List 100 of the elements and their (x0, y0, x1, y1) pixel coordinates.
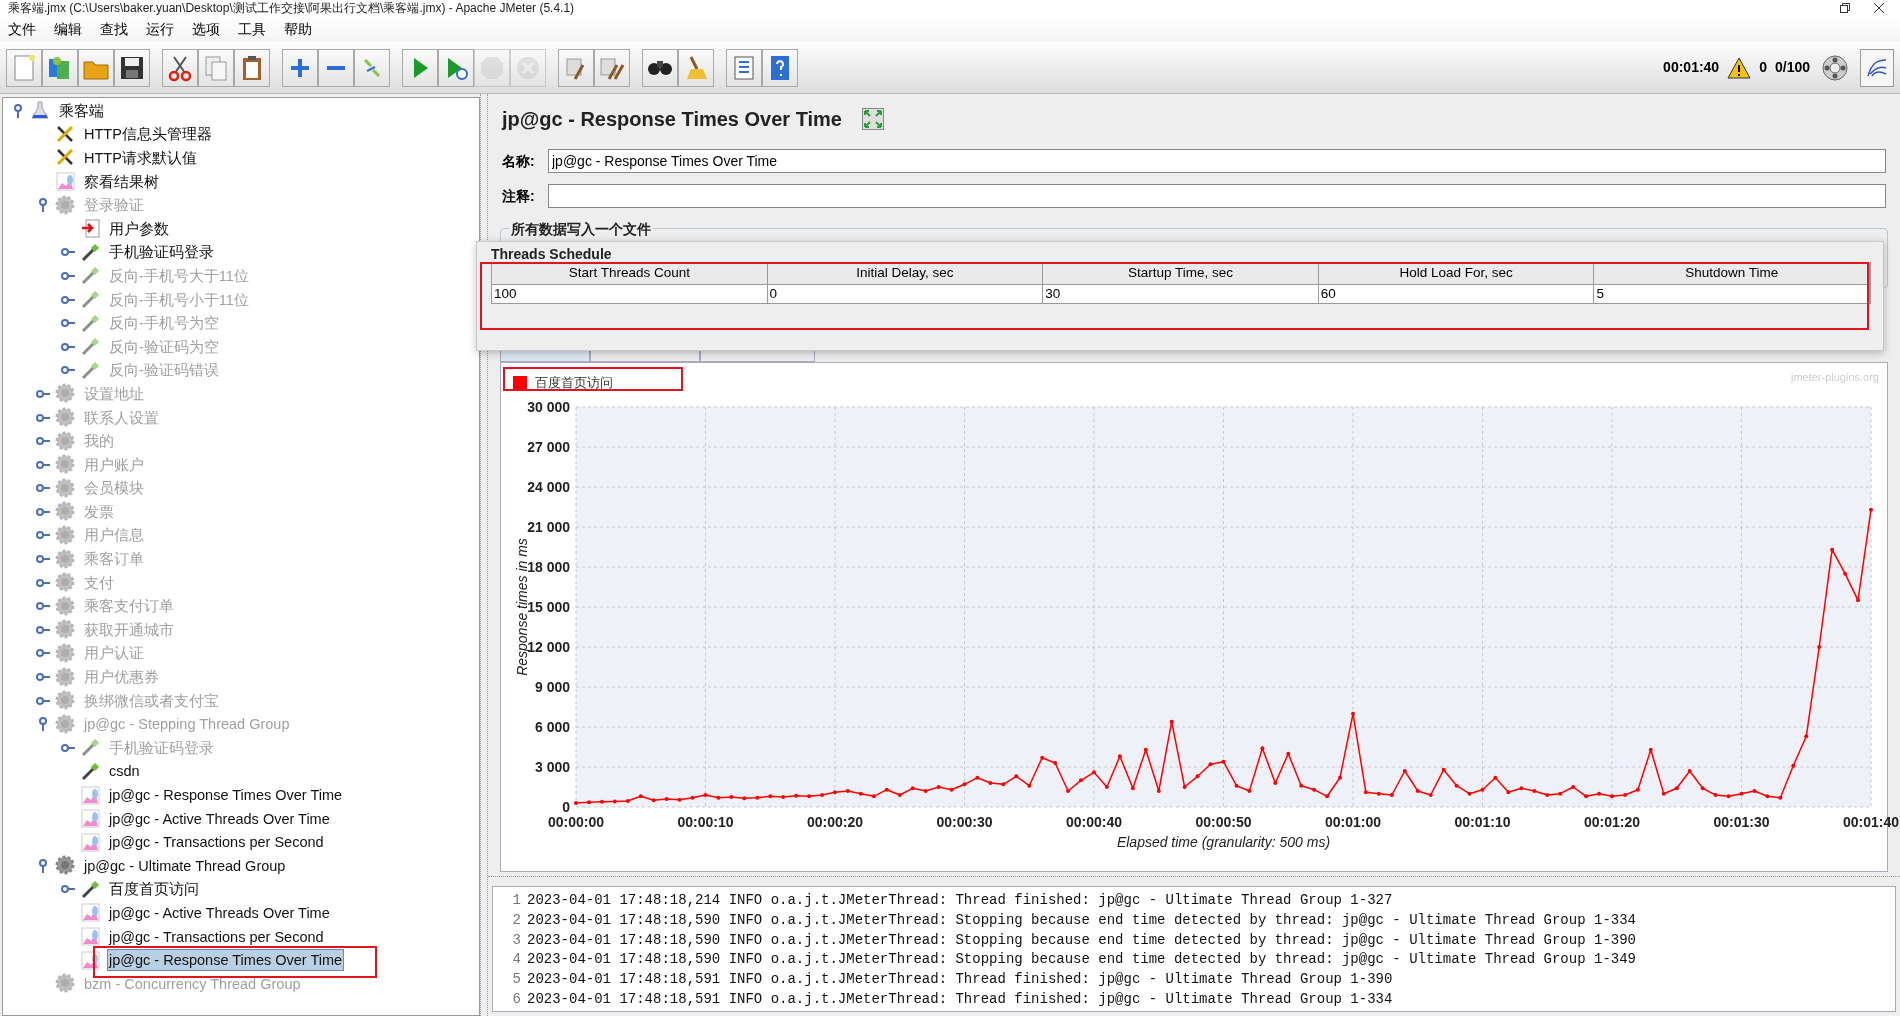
plus-button[interactable] (282, 48, 318, 87)
broom-button[interactable] (678, 48, 714, 87)
menu-item[interactable]: 选项 (192, 18, 220, 40)
gear-icon (55, 690, 76, 712)
name-label: 名称: (502, 151, 536, 171)
data-point (1325, 794, 1330, 799)
broom-button[interactable] (558, 48, 594, 87)
data-point (1519, 786, 1524, 791)
minus-button[interactable] (318, 48, 354, 87)
y-tick-label: 24 000 (527, 479, 570, 495)
data-point (612, 799, 617, 804)
save-button[interactable] (114, 48, 150, 87)
column-header[interactable]: Shutdown Time (1594, 263, 1870, 285)
data-point (1493, 775, 1498, 780)
tree-item[interactable]: 乘客端 (57, 99, 106, 122)
data-point (1376, 791, 1381, 796)
x-tick-label: 00:00:20 (807, 814, 863, 830)
x-tick-label: 00:01:20 (1584, 814, 1640, 830)
gear-icon (55, 855, 76, 877)
data-point (1130, 786, 1135, 791)
fieldset-legend: 所有数据写入一个文件 (509, 219, 653, 240)
tree-item[interactable]: 百度首页访问 (107, 878, 201, 901)
data-point (651, 798, 656, 803)
paste-button[interactable] (234, 48, 270, 87)
gear-icon (55, 666, 76, 688)
graph-icon (80, 831, 101, 853)
plugins-button[interactable] (1860, 48, 1894, 87)
tree-item[interactable]: HTTP请求默认值 (82, 147, 199, 169)
collapse-handle-icon[interactable] (36, 858, 50, 873)
legend-label: 百度首页访问 (535, 374, 613, 392)
table-cell: 30 (1043, 285, 1319, 303)
name-field[interactable]: jp@gc - Response Times Over Time (548, 149, 1886, 173)
broom-all-button[interactable] (594, 48, 630, 87)
data-point (599, 799, 604, 804)
menu-item[interactable]: 帮助 (284, 18, 312, 40)
x-tick-label: 00:00:00 (548, 814, 604, 830)
menu-item[interactable]: 查找 (100, 18, 128, 40)
list-button[interactable] (726, 48, 762, 87)
gear-icon (55, 642, 76, 664)
data-point (1791, 763, 1796, 768)
globe-icon[interactable] (1822, 54, 1848, 81)
gear-icon (55, 454, 76, 476)
data-point (1648, 747, 1653, 752)
comment-field[interactable] (548, 184, 1886, 208)
data-point (1661, 791, 1666, 796)
close-icon[interactable] (1874, 3, 1884, 13)
panel-title: jp@gc - Response Times Over Time (502, 107, 842, 132)
cut-button[interactable] (162, 48, 198, 87)
pipette-icon (80, 312, 101, 334)
table-cell: 100 (492, 285, 768, 303)
column-header[interactable]: Hold Load For, sec (1318, 263, 1595, 285)
tree-item[interactable]: jp@gc - Active Threads Over Time (107, 902, 332, 924)
play-button[interactable] (402, 48, 438, 87)
y-tick-label: 9 000 (534, 679, 570, 695)
gear-icon (55, 501, 76, 523)
gear-icon (55, 430, 76, 452)
data-point (1338, 775, 1342, 780)
gear-icon (55, 572, 76, 594)
menu-item[interactable]: 文件 (8, 18, 36, 40)
data-point (677, 797, 682, 802)
data-point (1221, 759, 1226, 764)
column-header[interactable]: Startup Time, sec (1043, 263, 1319, 285)
document-arrow-icon (80, 218, 101, 240)
tree-item[interactable]: 察看结果树 (82, 170, 161, 193)
gear-icon (55, 713, 76, 735)
menu-item[interactable]: 运行 (146, 18, 174, 40)
log-line: 2023-04-01 17:48:18,590 INFO o.a.j.t.JMeterThread: Stopping because end time detected by thread: jp@gc - Ultimate Thread Group 1-334 (527, 910, 1636, 930)
restore-icon[interactable] (1840, 3, 1850, 13)
line-number: 4 (511, 950, 522, 970)
menu-item[interactable]: 编辑 (54, 18, 82, 40)
data-point (1869, 507, 1873, 512)
gear-icon (55, 525, 76, 546)
x-tick-label: 00:01:10 (1454, 814, 1511, 830)
column-header[interactable]: Start Threads Count (492, 263, 768, 285)
data-point (975, 775, 980, 780)
line-number: 6 (511, 990, 522, 1009)
data-point (1195, 774, 1200, 779)
tree-item[interactable]: jp@gc - Transactions per Second (107, 925, 326, 948)
play-no-pause-button[interactable] (438, 48, 474, 87)
data-point (1467, 791, 1472, 796)
graph-icon (55, 171, 76, 193)
data-point (1610, 794, 1614, 799)
templates-button[interactable] (42, 48, 78, 87)
tree-item[interactable]: jp@gc - Ultimate Thread Group (82, 854, 288, 877)
tree-item[interactable]: HTTP信息头管理器 (82, 123, 214, 146)
column-header[interactable]: Initial Delay, sec (767, 263, 1044, 285)
y-tick-label: 0 (562, 799, 570, 815)
binoculars-button[interactable] (642, 48, 678, 87)
x-axis-title: Elapsed time (granularity: 500 ms) (1116, 834, 1331, 850)
toggle-button[interactable] (354, 48, 390, 87)
tree-item[interactable]: jp@gc - Response Times Over Time (107, 949, 345, 972)
graph-icon (80, 926, 101, 948)
collapse-handle-icon[interactable] (11, 103, 25, 118)
graph-icon (80, 808, 101, 830)
menu-item[interactable]: 工具 (238, 18, 266, 40)
data-point (1506, 790, 1511, 795)
help-button[interactable] (762, 48, 798, 87)
data-point (1623, 793, 1627, 797)
expand-icon[interactable] (862, 108, 884, 130)
data-point (1532, 789, 1537, 793)
